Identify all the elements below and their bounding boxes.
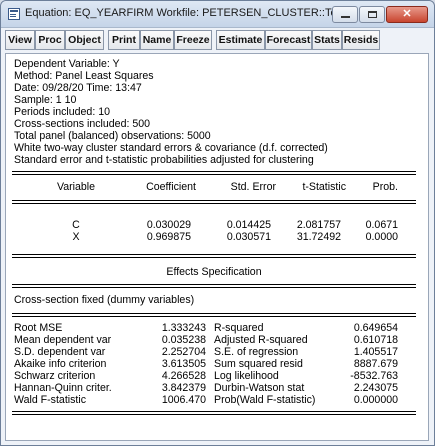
col-prob: Prob. [372,181,398,193]
maximize-icon [368,11,377,18]
method-line: Method: Panel Least Squares [14,70,154,82]
title-bar[interactable]: Equation: EQ_YEARFIRM Workfile: PETERSEN… [1,1,434,28]
stat-label: Schwarz criterion [14,370,96,382]
window-title: Equation: EQ_YEARFIRM Workfile: PETERSEN… [25,7,352,19]
close-icon: ✕ [402,8,412,20]
minimize-button[interactable] [332,6,358,23]
row-c-std-error: 0.014425 [226,219,271,231]
periods-line: Periods included: 10 [14,106,110,118]
stat-value: 0.000000 [353,394,398,406]
adjustment-line: Standard error and t-statistic probabili… [14,154,314,166]
estimate-button[interactable]: Estimate [216,30,265,50]
stat-value: 3.842379 [161,382,206,394]
minimize-icon [341,16,350,18]
cross-sections-line: Cross-sections included: 500 [14,118,151,130]
print-button[interactable]: Print [108,30,140,50]
stat-label: S.D. dependent var [14,346,106,358]
col-coefficient: Coefficient [146,181,196,193]
estimation-output[interactable]: Dependent Variable: Y Method: Panel Leas… [5,53,429,441]
effects-line: Cross-section fixed (dummy variables) [14,294,195,306]
row-x-std-error: 0.030571 [226,231,271,243]
maximize-button[interactable] [359,6,385,23]
col-variable: Variable [56,181,96,193]
stat-value: 0.649654 [353,322,398,334]
stat-value: 2.252704 [161,346,206,358]
stat-value: 0.035238 [161,334,206,346]
header-rule [12,200,416,204]
effects-heading: Effects Specification [166,266,262,278]
stat-value: 3.613505 [161,358,206,370]
effects-heading-rule [12,284,416,288]
forecast-button[interactable]: Forecast [265,30,312,50]
close-button[interactable]: ✕ [386,6,428,23]
dependent-variable-line: Dependent Variable: Y [14,58,120,70]
row-x-variable: X [72,231,80,243]
row-x-coefficient: 0.969875 [146,231,191,243]
stat-label: Durbin-Watson stat [214,382,305,394]
freeze-button[interactable]: Freeze [174,30,212,50]
stat-label: S.E. of regression [214,346,299,358]
stat-label: Adjusted R-squared [214,334,308,346]
effects-top-rule [12,254,416,258]
stat-value: 0.610718 [353,334,398,346]
table-bottom-rule [12,411,416,415]
name-button[interactable]: Name [140,30,174,50]
col-std-error: Std. Error [230,181,276,193]
view-button[interactable]: View [5,30,35,50]
table-top-rule [12,171,416,175]
stats-top-rule [12,313,416,317]
stat-label: Hannan-Quinn criter. [14,382,112,394]
stat-label: Sum squared resid [214,358,303,370]
stat-value: 1.333243 [161,322,206,334]
row-c-prob: 0.0671 [365,219,398,231]
row-c-variable: C [72,219,80,231]
stat-value: 2.243075 [353,382,398,394]
row-c-coefficient: 0.030029 [146,219,191,231]
stats-button[interactable]: Stats [312,30,342,50]
stat-label: Root MSE [14,322,63,334]
stat-value: -8532.763 [350,370,398,382]
stat-label: Prob(Wald F-statistic) [214,394,316,406]
stat-label: Mean dependent var [14,334,112,346]
observations-line: Total panel (balanced) observations: 500… [14,130,211,142]
object-button[interactable]: Object [65,30,104,50]
sample-line: Sample: 1 10 [14,94,77,106]
equation-icon [8,8,20,20]
stat-value: 1006.470 [161,394,206,406]
stat-label: R-squared [214,322,264,334]
proc-button[interactable]: Proc [35,30,65,50]
stat-label: Akaike info criterion [14,358,107,370]
cluster-se-line: White two-way cluster standard errors & … [14,142,328,154]
stat-label: Log likelihood [214,370,279,382]
stat-value: 8887.679 [353,358,398,370]
row-x-prob: 0.0000 [365,231,398,243]
resids-button[interactable]: Resids [342,30,380,50]
stat-label: Wald F-statistic [14,394,87,406]
stat-value: 4.266528 [161,370,206,382]
equation-window: Equation: EQ_YEARFIRM Workfile: PETERSEN… [0,0,435,446]
stat-value: 1.405517 [353,346,398,358]
date-line: Date: 09/28/20 Time: 13:47 [14,82,142,94]
